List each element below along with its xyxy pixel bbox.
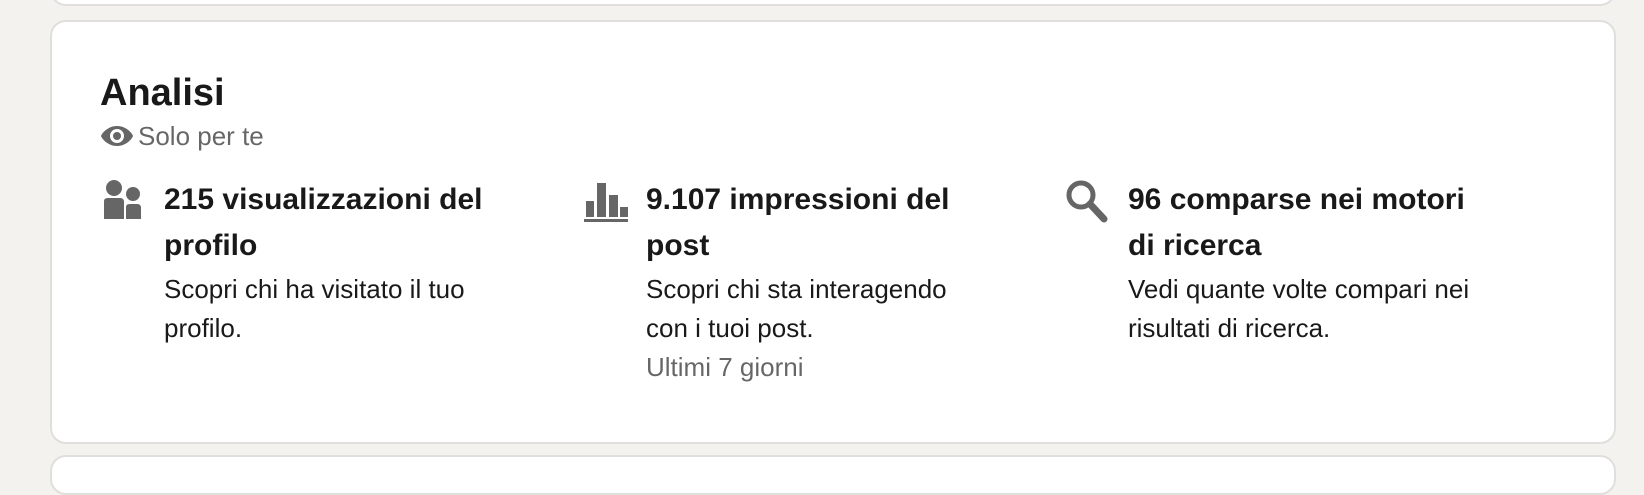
next-card <box>50 455 1616 495</box>
metric-title[interactable]: 96 comparse nei motori di ricerca <box>1128 177 1469 269</box>
eye-icon <box>100 125 134 147</box>
metric-post-impressions[interactable]: 9.107 impressioni del post Scopri chi st… <box>582 177 1012 386</box>
metric-period: Ultimi 7 giorni <box>646 352 804 382</box>
metric-description: Scopri chi ha visitato il tuo profilo. <box>164 274 465 343</box>
privacy-label: Solo per te <box>138 121 264 151</box>
metric-description: Scopri chi sta interagendo con i tuoi po… <box>646 274 947 343</box>
analytics-card: Analisi Solo per te 215 visualizzazioni … <box>50 20 1616 444</box>
metric-description: Vedi quante volte compari nei risultati … <box>1128 274 1470 343</box>
people-icon <box>100 179 148 227</box>
metric-profile-views[interactable]: 215 visualizzazioni del profilo Scopri c… <box>100 177 530 348</box>
metric-search-appearances[interactable]: 96 comparse nei motori di ricerca Vedi q… <box>1064 177 1494 348</box>
section-title: Analisi <box>100 72 225 114</box>
bar-chart-icon <box>582 179 630 227</box>
privacy-note: Solo per te <box>100 119 264 153</box>
previous-card <box>50 0 1616 6</box>
metric-title[interactable]: 215 visualizzazioni del profilo <box>164 177 482 269</box>
search-icon <box>1064 179 1112 227</box>
metric-title[interactable]: 9.107 impressioni del post <box>646 177 949 269</box>
